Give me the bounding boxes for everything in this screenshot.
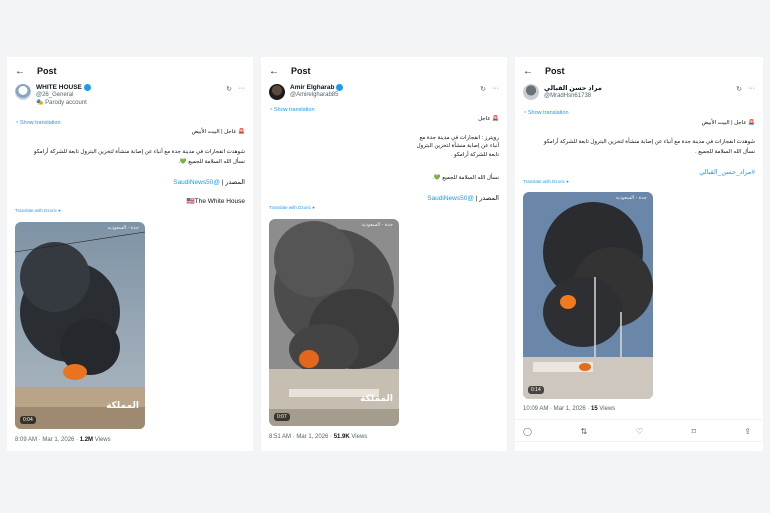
translate-with-text: Translate with Dzoric xyxy=(15,208,57,213)
video-player[interactable]: جدة - السعودية 0:14 xyxy=(523,192,653,399)
action-bar: ◯ ⇅ ♡ ⌑ ⇪ xyxy=(523,427,751,436)
views-label: Views xyxy=(597,406,616,412)
video-thumbnail xyxy=(15,222,145,429)
repost-icon[interactable]: ⇅ xyxy=(581,427,588,436)
video-player[interactable]: جدة - السعودية المملكة 0:07 xyxy=(269,219,399,426)
account-handle[interactable]: @MradHsn61738 xyxy=(544,93,602,99)
tweet-text-line1: 🚨 عاجل | البيت الأبيض xyxy=(701,120,755,126)
post-meta: 8:51 AM · Mar 1, 2026 · 51.9K Views xyxy=(269,434,367,440)
show-translation-link[interactable]: ◔ Show translation xyxy=(269,107,315,113)
divider xyxy=(515,441,763,442)
source-line: المصدر | @SaudiNews50 xyxy=(173,178,245,186)
video-duration: 0:07 xyxy=(274,413,290,421)
avatar[interactable] xyxy=(15,84,31,100)
verified-badge-icon xyxy=(336,84,344,91)
hashtag-line: #مراد_حسن_القبالي xyxy=(699,168,755,176)
account-info: Amir Elgharab @Amirelgharab85 xyxy=(269,84,344,100)
show-translation-link[interactable]: ◔ Show translation xyxy=(15,120,61,126)
post-meta: 8:09 AM · Mar 1, 2026 · 1.2M Views xyxy=(15,437,111,443)
parody-label-text: Parody account xyxy=(45,100,87,106)
translate-with-link[interactable]: Translate with Dzoric ● xyxy=(15,208,61,213)
back-arrow-icon[interactable]: ← xyxy=(269,66,285,77)
timestamp[interactable]: 8:09 AM · Mar 1, 2026 · xyxy=(15,437,80,443)
post-panel-1: ← Post WHITE HOUSE @26_General 🎭 Parody … xyxy=(7,57,253,451)
grok-icon[interactable]: ↻ xyxy=(226,85,232,93)
bookmark-icon[interactable]: ⌑ xyxy=(692,427,696,436)
source-line: المصدر | @SaudiNews50 xyxy=(427,194,499,202)
post-header: ← Post xyxy=(523,64,565,78)
tweet-text-line2: رويترز : انفجارات في مدينة جدة مع أنباء … xyxy=(416,135,499,158)
timestamp[interactable]: 10:09 AM · Mar 1, 2026 · xyxy=(523,406,591,412)
signature-text: 🇺🇸The White House xyxy=(186,198,245,205)
video-thumbnail xyxy=(523,192,653,399)
like-icon[interactable]: ♡ xyxy=(636,427,643,436)
account-handle[interactable]: @26_General xyxy=(36,92,91,98)
source-label: المصدر | xyxy=(221,179,245,186)
tweet-text-line2: شوهدت انفجارات في مدينة جدة مع أنباء عن … xyxy=(33,149,245,155)
post-panel-3: ← Post مراد حسن القبالي @MradHsn61738 ↻ … xyxy=(515,57,763,451)
account-info: مراد حسن القبالي @MradHsn61738 xyxy=(523,84,602,100)
page-title: Post xyxy=(37,66,57,76)
post-header: ← Post xyxy=(269,64,311,78)
account-handle[interactable]: @Amirelgharab85 xyxy=(290,92,343,98)
more-icon[interactable]: ··· xyxy=(748,85,755,93)
tweet-text-line3: نسأل الله السلامة للجميع . xyxy=(695,149,755,155)
post-header: ← Post xyxy=(15,64,57,78)
avatar[interactable] xyxy=(269,84,285,100)
grok-icon[interactable]: ↻ xyxy=(736,85,742,93)
tweet-text-line2: شوهدت انفجارات في مدينة جدة مع أنباء عن … xyxy=(543,139,755,145)
display-name[interactable]: WHITE HOUSE xyxy=(36,84,82,91)
tweet-text-line1: 🚨 عاجل xyxy=(478,116,499,122)
source-label: المصدر | xyxy=(475,195,499,202)
display-name[interactable]: مراد حسن القبالي xyxy=(544,84,602,92)
back-arrow-icon[interactable]: ← xyxy=(523,66,539,77)
tweet-text-line3: نسأل الله السلامة للجميع 💚. xyxy=(432,175,499,181)
reply-icon[interactable]: ◯ xyxy=(523,427,532,436)
show-translation-text: Show translation xyxy=(273,107,315,113)
video-watermark: جدة - السعودية xyxy=(615,195,647,201)
account-info: WHITE HOUSE @26_General 🎭 Parody account xyxy=(15,84,91,106)
video-watermark: جدة - السعودية xyxy=(107,225,139,231)
post-meta: 10:09 AM · Mar 1, 2026 · 15 Views xyxy=(523,406,615,412)
views-label: Views xyxy=(349,434,368,440)
more-icon[interactable]: ··· xyxy=(238,85,245,93)
views-count: 51.9K xyxy=(333,434,350,440)
mention-link[interactable]: @SaudiNews50 xyxy=(173,179,220,186)
display-name[interactable]: Amir Elgharab xyxy=(290,84,334,91)
show-translation-text: Show translation xyxy=(527,110,569,116)
timestamp[interactable]: 8:51 AM · Mar 1, 2026 · xyxy=(269,434,334,440)
tweet-text-line3: نسأل الله السلامة للجميع 💚. xyxy=(178,159,245,165)
grok-icon[interactable]: ↻ xyxy=(480,85,486,93)
page-title: Post xyxy=(545,66,565,76)
video-player[interactable]: جدة - السعودية المملكة 0:04 xyxy=(15,222,145,429)
show-translation-link[interactable]: ◔ Show translation xyxy=(523,110,569,116)
show-translation-text: Show translation xyxy=(19,120,61,126)
channel-logo: المملكة xyxy=(360,393,393,403)
views-count: 1.2M xyxy=(79,437,94,443)
tweet-text-line1: 🚨 عاجل | البيت الأبيض xyxy=(191,129,245,135)
parody-label: 🎭 Parody account xyxy=(36,100,87,106)
translate-with-link[interactable]: Translate with Dzoric ● xyxy=(269,205,315,210)
more-icon[interactable]: ··· xyxy=(492,85,499,93)
views-count: 15 xyxy=(591,406,598,412)
verified-badge-icon xyxy=(83,84,91,91)
mention-link[interactable]: @SaudiNews50 xyxy=(427,195,474,202)
translate-with-text: Translate with Dzoric xyxy=(269,205,311,210)
views-label: Views xyxy=(93,437,111,443)
translate-with-text: Translate with Dzoric xyxy=(523,179,565,184)
back-arrow-icon[interactable]: ← xyxy=(15,66,31,77)
translate-with-link[interactable]: Translate with Dzoric ● xyxy=(523,179,569,184)
hashtag-link[interactable]: #مراد_حسن_القبالي xyxy=(699,169,755,176)
avatar[interactable] xyxy=(523,84,539,100)
video-duration: 0:14 xyxy=(528,386,544,394)
channel-logo: المملكة xyxy=(106,400,139,410)
post-panel-2: ← Post Amir Elgharab @Amirelgharab85 ↻ ·… xyxy=(261,57,507,451)
divider xyxy=(515,419,763,420)
page-title: Post xyxy=(291,66,311,76)
video-watermark: جدة - السعودية xyxy=(361,222,393,228)
video-duration: 0:04 xyxy=(20,416,36,424)
share-icon[interactable]: ⇪ xyxy=(744,427,751,436)
